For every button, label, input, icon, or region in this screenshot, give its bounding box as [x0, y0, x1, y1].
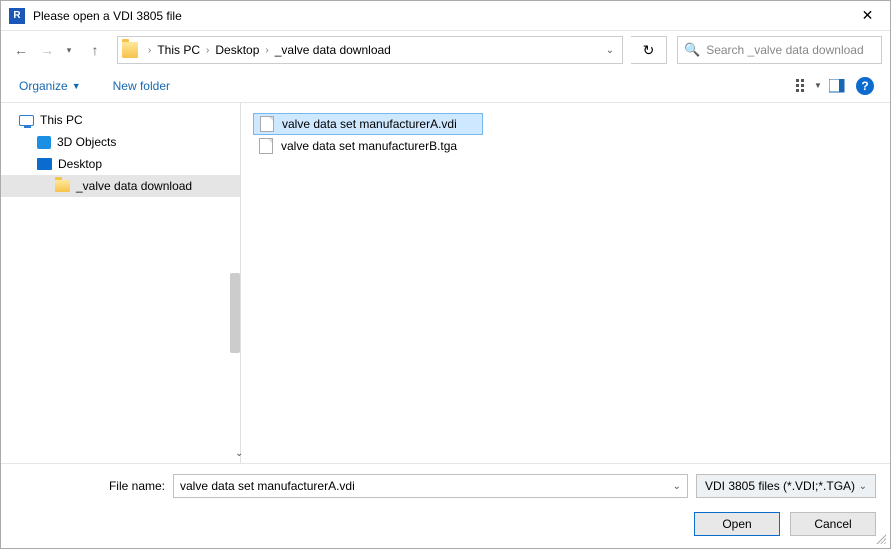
footer: File name: valve data set manufacturerA.…: [1, 463, 890, 548]
tree-item-this-pc[interactable]: This PC: [1, 109, 240, 131]
file-icon: [259, 138, 273, 154]
chevron-down-icon: ▼: [72, 81, 81, 91]
chevron-down-icon[interactable]: ⌄: [235, 448, 243, 459]
window-title: Please open a VDI 3805 file: [33, 9, 845, 23]
folder-icon: [122, 42, 138, 58]
crumb-this-pc[interactable]: This PC: [157, 43, 200, 57]
search-input[interactable]: 🔍 Search _valve data download: [677, 36, 882, 64]
preview-pane-button[interactable]: [824, 73, 850, 99]
file-item[interactable]: valve data set manufacturerA.vdi: [253, 113, 483, 135]
up-button[interactable]: ↑: [83, 38, 107, 62]
breadcrumb: › This PC › Desktop › _valve data downlo…: [142, 43, 598, 57]
chevron-down-icon[interactable]: ⌄: [673, 481, 681, 492]
titlebar: R Please open a VDI 3805 file ✕: [1, 1, 890, 31]
navbar: ← → ▾ ↑ › This PC › Desktop › _valve dat…: [1, 31, 890, 69]
close-button[interactable]: ✕: [845, 1, 890, 31]
resize-grip[interactable]: [874, 532, 886, 544]
refresh-button[interactable]: ↻: [631, 36, 667, 64]
new-folder-button[interactable]: New folder: [107, 75, 176, 97]
folder-icon: [55, 180, 70, 192]
crumb-desktop[interactable]: Desktop: [215, 43, 259, 57]
nav-tree: This PC 3D Objects Desktop _valve data d…: [1, 103, 241, 463]
filename-input[interactable]: valve data set manufacturerA.vdi ⌄: [173, 474, 688, 498]
file-name: valve data set manufacturerB.tga: [281, 139, 457, 153]
chevron-down-icon: ⌄: [859, 481, 867, 492]
cancel-button[interactable]: Cancel: [790, 512, 876, 536]
search-placeholder: Search _valve data download: [706, 43, 863, 57]
crumb-current[interactable]: _valve data download: [275, 43, 391, 57]
forward-button[interactable]: →: [35, 38, 59, 62]
file-icon: [260, 116, 274, 132]
tree-scrollbar[interactable]: [230, 273, 240, 353]
tree-item-3d-objects[interactable]: 3D Objects: [1, 131, 240, 153]
chevron-down-icon: ▼: [814, 81, 822, 90]
toolbar: Organize▼ New folder ▼ ?: [1, 69, 890, 103]
app-icon: R: [9, 8, 25, 24]
back-button[interactable]: ←: [9, 38, 33, 62]
view-options-button[interactable]: ▼: [796, 73, 822, 99]
3d-icon: [37, 136, 51, 149]
desktop-icon: [37, 158, 52, 170]
body: This PC 3D Objects Desktop _valve data d…: [1, 103, 890, 463]
help-icon: ?: [856, 77, 874, 95]
organize-menu[interactable]: Organize▼: [13, 75, 87, 97]
chevron-right-icon: ›: [200, 45, 215, 56]
recent-locations-button[interactable]: ▾: [57, 38, 81, 62]
address-bar[interactable]: › This PC › Desktop › _valve data downlo…: [117, 36, 623, 64]
chevron-right-icon: ›: [259, 45, 274, 56]
search-icon: 🔍: [684, 42, 700, 58]
file-item[interactable]: valve data set manufacturerB.tga: [253, 135, 483, 157]
file-name: valve data set manufacturerA.vdi: [282, 117, 457, 131]
tree-item-valve-data-download[interactable]: _valve data download: [1, 175, 240, 197]
file-type-filter[interactable]: VDI 3805 files (*.VDI;*.TGA) ⌄: [696, 474, 876, 498]
pc-icon: [19, 115, 34, 126]
help-button[interactable]: ?: [852, 73, 878, 99]
address-dropdown[interactable]: ⌄: [598, 45, 622, 56]
tree-item-desktop[interactable]: Desktop: [1, 153, 240, 175]
filename-label: File name:: [15, 479, 165, 493]
open-button[interactable]: Open: [694, 512, 780, 536]
chevron-right-icon: ›: [142, 45, 157, 56]
file-list[interactable]: valve data set manufacturerA.vdi valve d…: [241, 103, 890, 463]
